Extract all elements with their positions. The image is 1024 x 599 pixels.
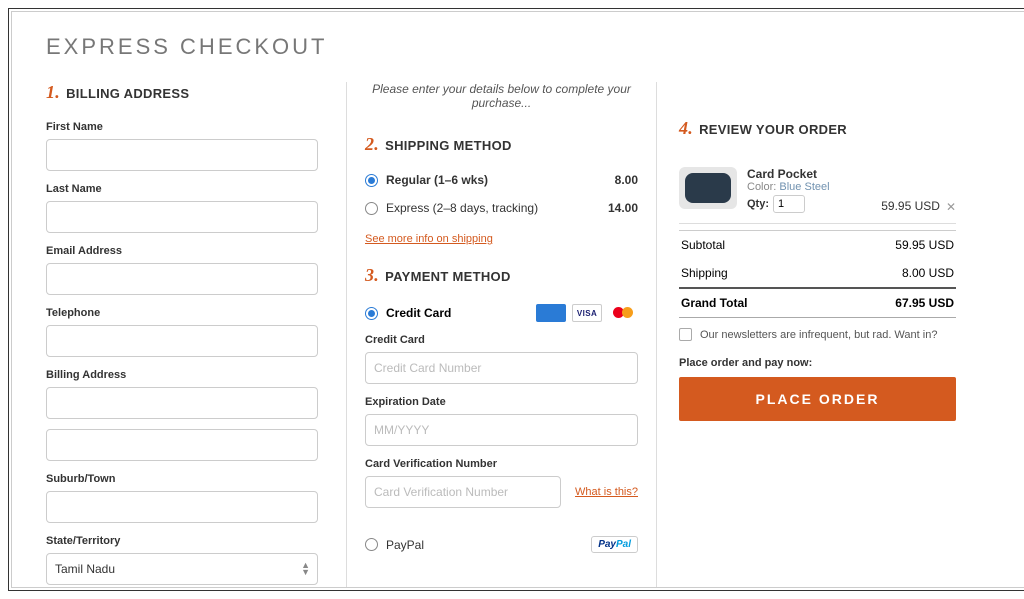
payment-option-creditcard[interactable]: Credit Card VISA: [365, 304, 638, 322]
place-order-button[interactable]: PLACE ORDER: [679, 377, 956, 421]
shipping-option-regular[interactable]: Regular (1–6 wks) 8.00: [365, 173, 638, 187]
suburb-label: Suburb/Town: [46, 473, 318, 485]
review-heading: 4. REVIEW YOUR ORDER: [679, 118, 956, 139]
review-step-number: 4.: [679, 118, 693, 139]
shipping-regular-label: Regular (1–6 wks): [386, 173, 488, 187]
amex-icon: [536, 304, 566, 322]
shipping-step-number: 2.: [365, 134, 379, 155]
cvn-input[interactable]: [365, 476, 561, 508]
billing-column: 1. BILLING ADDRESS First Name Last Name …: [46, 82, 346, 588]
expiration-input[interactable]: [365, 414, 638, 446]
billing-heading-text: BILLING ADDRESS: [66, 86, 189, 101]
first-name-label: First Name: [46, 121, 318, 133]
product-variant: Color: Blue Steel: [747, 181, 868, 193]
product-name: Card Pocket: [747, 167, 868, 181]
order-totals: Subtotal 59.95 USD Shipping 8.00 USD Gra…: [679, 230, 956, 318]
billing-address-line2-input[interactable]: [46, 429, 318, 461]
payment-heading: 3. PAYMENT METHOD: [365, 265, 638, 286]
subtotal-label: Subtotal: [681, 238, 725, 252]
shipping-option-express[interactable]: Express (2–8 days, tracking) 14.00: [365, 201, 638, 215]
subtotal-row: Subtotal 59.95 USD: [679, 230, 956, 259]
radio-icon: [365, 307, 378, 320]
mastercard-icon: [608, 304, 638, 322]
radio-icon: [365, 174, 378, 187]
billing-address-line1-input[interactable]: [46, 387, 318, 419]
payment-option-paypal[interactable]: PayPal PayPal: [365, 536, 638, 553]
grand-total-label: Grand Total: [681, 296, 747, 310]
visa-icon: VISA: [572, 304, 602, 322]
shipping-total-row: Shipping 8.00 USD: [679, 259, 956, 287]
shipping-heading-text: SHIPPING METHOD: [385, 138, 512, 153]
paypal-icon: PayPal: [591, 536, 638, 553]
window-frame: EXPRESS CHECKOUT 1. BILLING ADDRESS Firs…: [8, 8, 1024, 591]
product-thumbnail: [679, 167, 737, 209]
remove-item-button[interactable]: ✕: [946, 201, 956, 213]
instruction-text: Please enter your details below to compl…: [365, 82, 638, 110]
email-input[interactable]: [46, 263, 318, 295]
newsletter-optin[interactable]: Our newsletters are infrequent, but rad.…: [679, 328, 956, 341]
subtotal-value: 59.95 USD: [895, 238, 954, 252]
paypal-option-label: PayPal: [386, 538, 424, 552]
order-item: Card Pocket Color: Blue Steel Qty: ▲▼ 59…: [679, 157, 956, 224]
state-label: State/Territory: [46, 535, 318, 547]
newsletter-text: Our newsletters are infrequent, but rad.…: [700, 329, 937, 341]
grand-total-row: Grand Total 67.95 USD: [679, 287, 956, 318]
place-order-prompt: Place order and pay now:: [679, 357, 956, 369]
telephone-input[interactable]: [46, 325, 318, 357]
page-title: EXPRESS CHECKOUT: [46, 34, 994, 60]
item-price: 59.95 USD: [881, 199, 940, 213]
cc-number-label: Credit Card: [365, 334, 638, 346]
shipping-total-label: Shipping: [681, 266, 728, 280]
billing-heading: 1. BILLING ADDRESS: [46, 82, 318, 103]
payment-heading-text: PAYMENT METHOD: [385, 269, 511, 284]
radio-icon: [365, 538, 378, 551]
first-name-input[interactable]: [46, 139, 318, 171]
shipping-payment-column: Please enter your details below to compl…: [346, 82, 656, 588]
checkbox-icon: [679, 328, 692, 341]
card-logos: VISA: [536, 304, 638, 322]
cvn-label: Card Verification Number: [365, 458, 638, 470]
checkout-columns: 1. BILLING ADDRESS First Name Last Name …: [46, 82, 994, 588]
expiration-label: Expiration Date: [365, 396, 638, 408]
qty-label: Qty:: [747, 198, 769, 210]
telephone-label: Telephone: [46, 307, 318, 319]
qty-input[interactable]: [773, 195, 805, 213]
cc-option-label: Credit Card: [386, 306, 451, 320]
shipping-regular-price: 8.00: [615, 173, 638, 187]
review-column: 4. REVIEW YOUR ORDER Card Pocket Color: …: [656, 82, 956, 588]
shipping-express-label: Express (2–8 days, tracking): [386, 201, 538, 215]
review-heading-text: REVIEW YOUR ORDER: [699, 122, 847, 137]
last-name-input[interactable]: [46, 201, 318, 233]
grand-total-value: 67.95 USD: [895, 296, 954, 310]
shipping-express-price: 14.00: [608, 201, 638, 215]
suburb-input[interactable]: [46, 491, 318, 523]
billing-step-number: 1.: [46, 82, 60, 103]
shipping-total-value: 8.00 USD: [902, 266, 954, 280]
payment-step-number: 3.: [365, 265, 379, 286]
shipping-heading: 2. SHIPPING METHOD: [365, 134, 638, 155]
cc-number-input[interactable]: [365, 352, 638, 384]
shipping-info-link[interactable]: See more info on shipping: [365, 233, 493, 245]
cvn-help-link[interactable]: What is this?: [575, 486, 638, 498]
last-name-label: Last Name: [46, 183, 318, 195]
radio-icon: [365, 202, 378, 215]
email-label: Email Address: [46, 245, 318, 257]
state-select[interactable]: Tamil Nadu: [46, 553, 318, 585]
page-frame: EXPRESS CHECKOUT 1. BILLING ADDRESS Firs…: [11, 11, 1024, 588]
billing-address-label: Billing Address: [46, 369, 318, 381]
